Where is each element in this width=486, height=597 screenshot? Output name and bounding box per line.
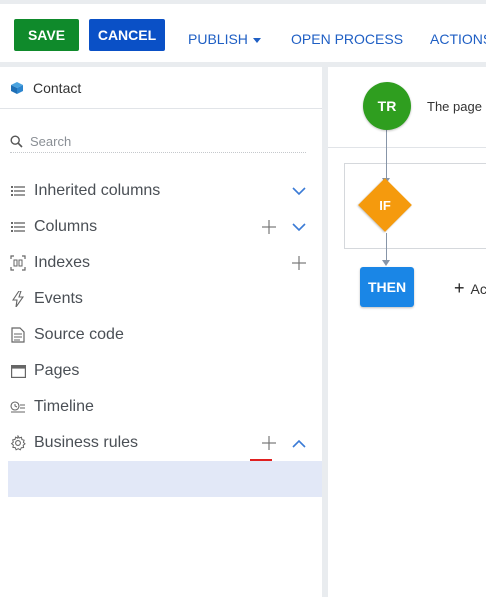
sidebar: Contact Search Inherited columns Columns… bbox=[0, 67, 322, 597]
then-node[interactable]: THEN bbox=[360, 267, 414, 307]
search-placeholder: Search bbox=[30, 134, 72, 149]
sidebar-item-pages[interactable]: Pages bbox=[0, 353, 322, 389]
chevron-down-icon[interactable] bbox=[291, 219, 307, 235]
sidebar-item-events[interactable]: Events bbox=[0, 281, 322, 317]
cube-icon bbox=[11, 81, 23, 94]
sidebar-item-inherited-columns[interactable]: Inherited columns bbox=[0, 173, 322, 209]
indexes-icon bbox=[10, 255, 26, 271]
page-icon bbox=[10, 363, 26, 379]
source-code-icon bbox=[10, 327, 26, 343]
sidebar-item-label: Columns bbox=[34, 218, 98, 235]
sidebar-item-label: Indexes bbox=[34, 254, 91, 271]
new-business-rule-row[interactable] bbox=[8, 461, 322, 497]
chevron-down-icon[interactable] bbox=[291, 183, 307, 199]
add-action-label: Ac bbox=[470, 280, 486, 297]
trigger-node[interactable]: TR bbox=[363, 82, 411, 130]
sidebar-item-indexes[interactable]: Indexes bbox=[0, 245, 322, 281]
caret-down-icon bbox=[252, 37, 261, 43]
arrow-down-icon bbox=[382, 260, 390, 266]
save-button[interactable]: SAVE bbox=[14, 19, 79, 51]
toolbar: SAVE CANCEL PUBLISH OPEN PROCESS ACTIONS bbox=[0, 0, 486, 62]
add-icon[interactable] bbox=[261, 435, 277, 451]
sidebar-item-label: Business rules bbox=[34, 434, 139, 451]
columns-icon bbox=[10, 219, 26, 235]
trigger-description[interactable]: The page bbox=[427, 99, 482, 114]
canvas-separator bbox=[328, 147, 486, 148]
publish-dropdown[interactable]: PUBLISH bbox=[188, 31, 261, 47]
plus-icon: + bbox=[454, 278, 465, 298]
sidebar-item-source-code[interactable]: Source code bbox=[0, 317, 322, 353]
sidebar-item-label: Inherited columns bbox=[34, 182, 161, 199]
add-icon[interactable] bbox=[261, 219, 277, 235]
connector-line bbox=[386, 233, 387, 263]
lightning-icon bbox=[10, 291, 26, 307]
sidebar-item-label: Source code bbox=[34, 326, 124, 343]
condition-label: IF bbox=[379, 198, 391, 213]
sidebar-item-columns[interactable]: Columns bbox=[0, 209, 322, 245]
search-input[interactable]: Search bbox=[10, 131, 306, 153]
sidebar-item-label: Pages bbox=[34, 362, 80, 379]
timeline-icon bbox=[10, 399, 26, 415]
publish-label: PUBLISH bbox=[188, 31, 248, 47]
gear-icon bbox=[10, 435, 26, 451]
chevron-up-icon[interactable] bbox=[291, 435, 307, 451]
sidebar-item-timeline[interactable]: Timeline bbox=[0, 389, 322, 425]
sidebar-item-label: Events bbox=[34, 290, 83, 307]
actions-dropdown[interactable]: ACTIONS bbox=[430, 31, 486, 47]
columns-icon bbox=[10, 183, 26, 199]
search-icon bbox=[10, 135, 23, 148]
connector-line bbox=[386, 130, 387, 182]
cancel-button[interactable]: CANCEL bbox=[89, 19, 165, 51]
object-title: Contact bbox=[33, 79, 82, 96]
rule-designer-canvas: TR The page IF THEN + Ac bbox=[328, 67, 486, 597]
add-icon[interactable] bbox=[291, 255, 307, 271]
sidebar-item-business-rules[interactable]: Business rules bbox=[0, 425, 322, 461]
sidebar-item-label: Timeline bbox=[34, 398, 94, 415]
open-process-link[interactable]: OPEN PROCESS bbox=[291, 31, 403, 47]
sidebar-header[interactable]: Contact bbox=[0, 67, 322, 109]
add-action-button[interactable]: + Ac bbox=[454, 278, 486, 299]
